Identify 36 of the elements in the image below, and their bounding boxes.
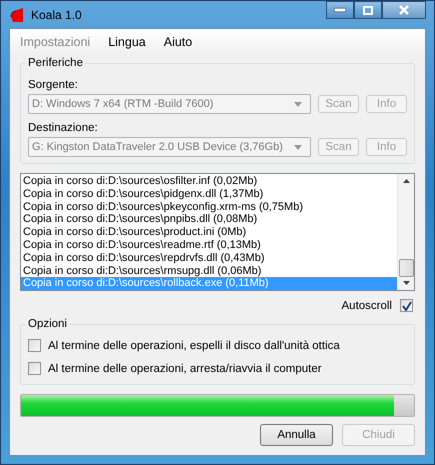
koala-logo-icon [9,6,25,22]
maximize-icon [363,6,373,14]
minimize-icon [334,8,346,12]
dropdown-arrow-icon [294,102,302,106]
scrollbar[interactable] [397,174,414,290]
autoscroll-checkbox[interactable] [400,299,413,312]
field-label: Destinazione: [28,122,99,134]
scroll-down-icon[interactable] [402,281,410,285]
option-checkbox[interactable] [28,362,41,375]
scroll-thumb[interactable] [398,259,414,277]
log-entry[interactable]: Copia in corso di:D:\sources\pnpibs.dll (0,08Mb) [21,213,397,226]
group-title: Opzioni [27,318,68,330]
scroll-up-icon[interactable] [402,179,410,183]
log-entry[interactable]: Copia in corso di:D:\sources\readme.rtf (0,13Mb) [21,238,397,252]
log-entry[interactable]: Copia in corso di:D:\sources\osfilter.inf (0,02Mb) [21,175,397,188]
menu-item[interactable]: Aiuto [164,34,192,48]
minimize-button[interactable] [326,1,354,19]
menu-item[interactable]: Lingua [108,34,146,48]
log-entry[interactable]: Copia in corso di:D:\sources\product.ini (0Mb) [21,226,397,239]
option-label: Al termine delle operazioni, arresta/riavvia il computer [48,362,322,374]
field-label: Sorgente: [28,79,79,91]
option-label: Al termine delle operazioni, espelli il disco dall'unità ottica [48,340,340,352]
dialog-button[interactable]: Annulla [260,424,333,446]
log-entry[interactable]: Copia in corso di:D:\sources\pidgenx.dll (1,37Mb) [21,188,397,201]
dropdown-arrow-icon [294,144,302,150]
maximize-button[interactable] [354,1,382,19]
group-title: Periferiche [27,57,84,69]
autoscroll-label: Autoscroll [342,300,392,312]
option-checkbox[interactable] [28,339,41,352]
close-icon [398,5,410,15]
log-entry[interactable]: Copia in corso di:D:\sources\pkeyconfig.xrm-ms (0,75Mb) [21,200,397,214]
close-button[interactable] [382,1,426,19]
log-entry[interactable]: Copia in corso di:D:\sources\repdrvfs.dll (0,43Mb) [21,252,397,265]
window-title: Koala 1.0 [31,8,82,22]
log-list[interactable] [20,173,415,291]
log-entry[interactable]: Copia in corso di:D:\sources\rmsupg.dll (0,06Mb) [21,264,397,278]
